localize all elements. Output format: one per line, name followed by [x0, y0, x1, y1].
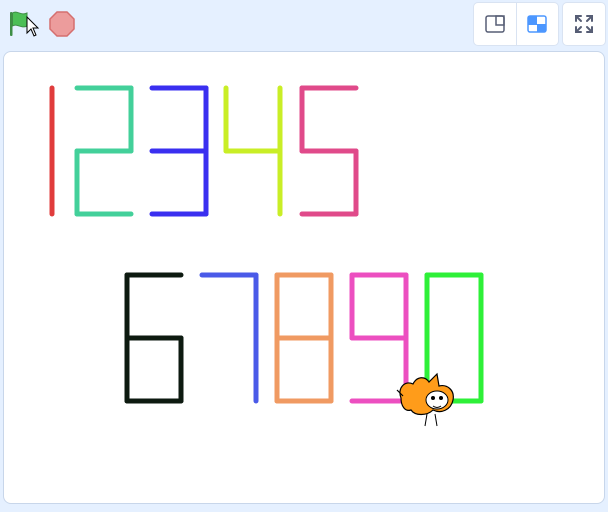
fullscreen-button[interactable]	[562, 2, 606, 46]
normal-stage-button[interactable]	[515, 3, 559, 45]
digit-9	[349, 272, 409, 404]
stage-window	[0, 0, 608, 512]
digit-4	[223, 85, 283, 217]
stage-drawing	[49, 85, 484, 427]
digit-8	[274, 272, 334, 404]
digit-2	[74, 85, 134, 217]
green-flag-icon	[10, 11, 40, 37]
stage-canvas[interactable]	[3, 51, 605, 504]
small-stage-icon	[485, 15, 505, 33]
stop-button[interactable]	[47, 9, 77, 39]
digit-5	[299, 85, 359, 217]
small-stage-button[interactable]	[474, 3, 516, 45]
normal-stage-icon	[527, 15, 547, 33]
stop-sign-icon	[49, 11, 75, 37]
stage-size-toggle	[473, 2, 559, 46]
digit-7	[199, 272, 259, 404]
fullscreen-icon	[575, 15, 593, 33]
stage-toolbar	[0, 0, 608, 50]
green-flag-button[interactable]	[7, 9, 41, 39]
digit-3	[149, 85, 209, 217]
digit-6	[124, 272, 184, 404]
